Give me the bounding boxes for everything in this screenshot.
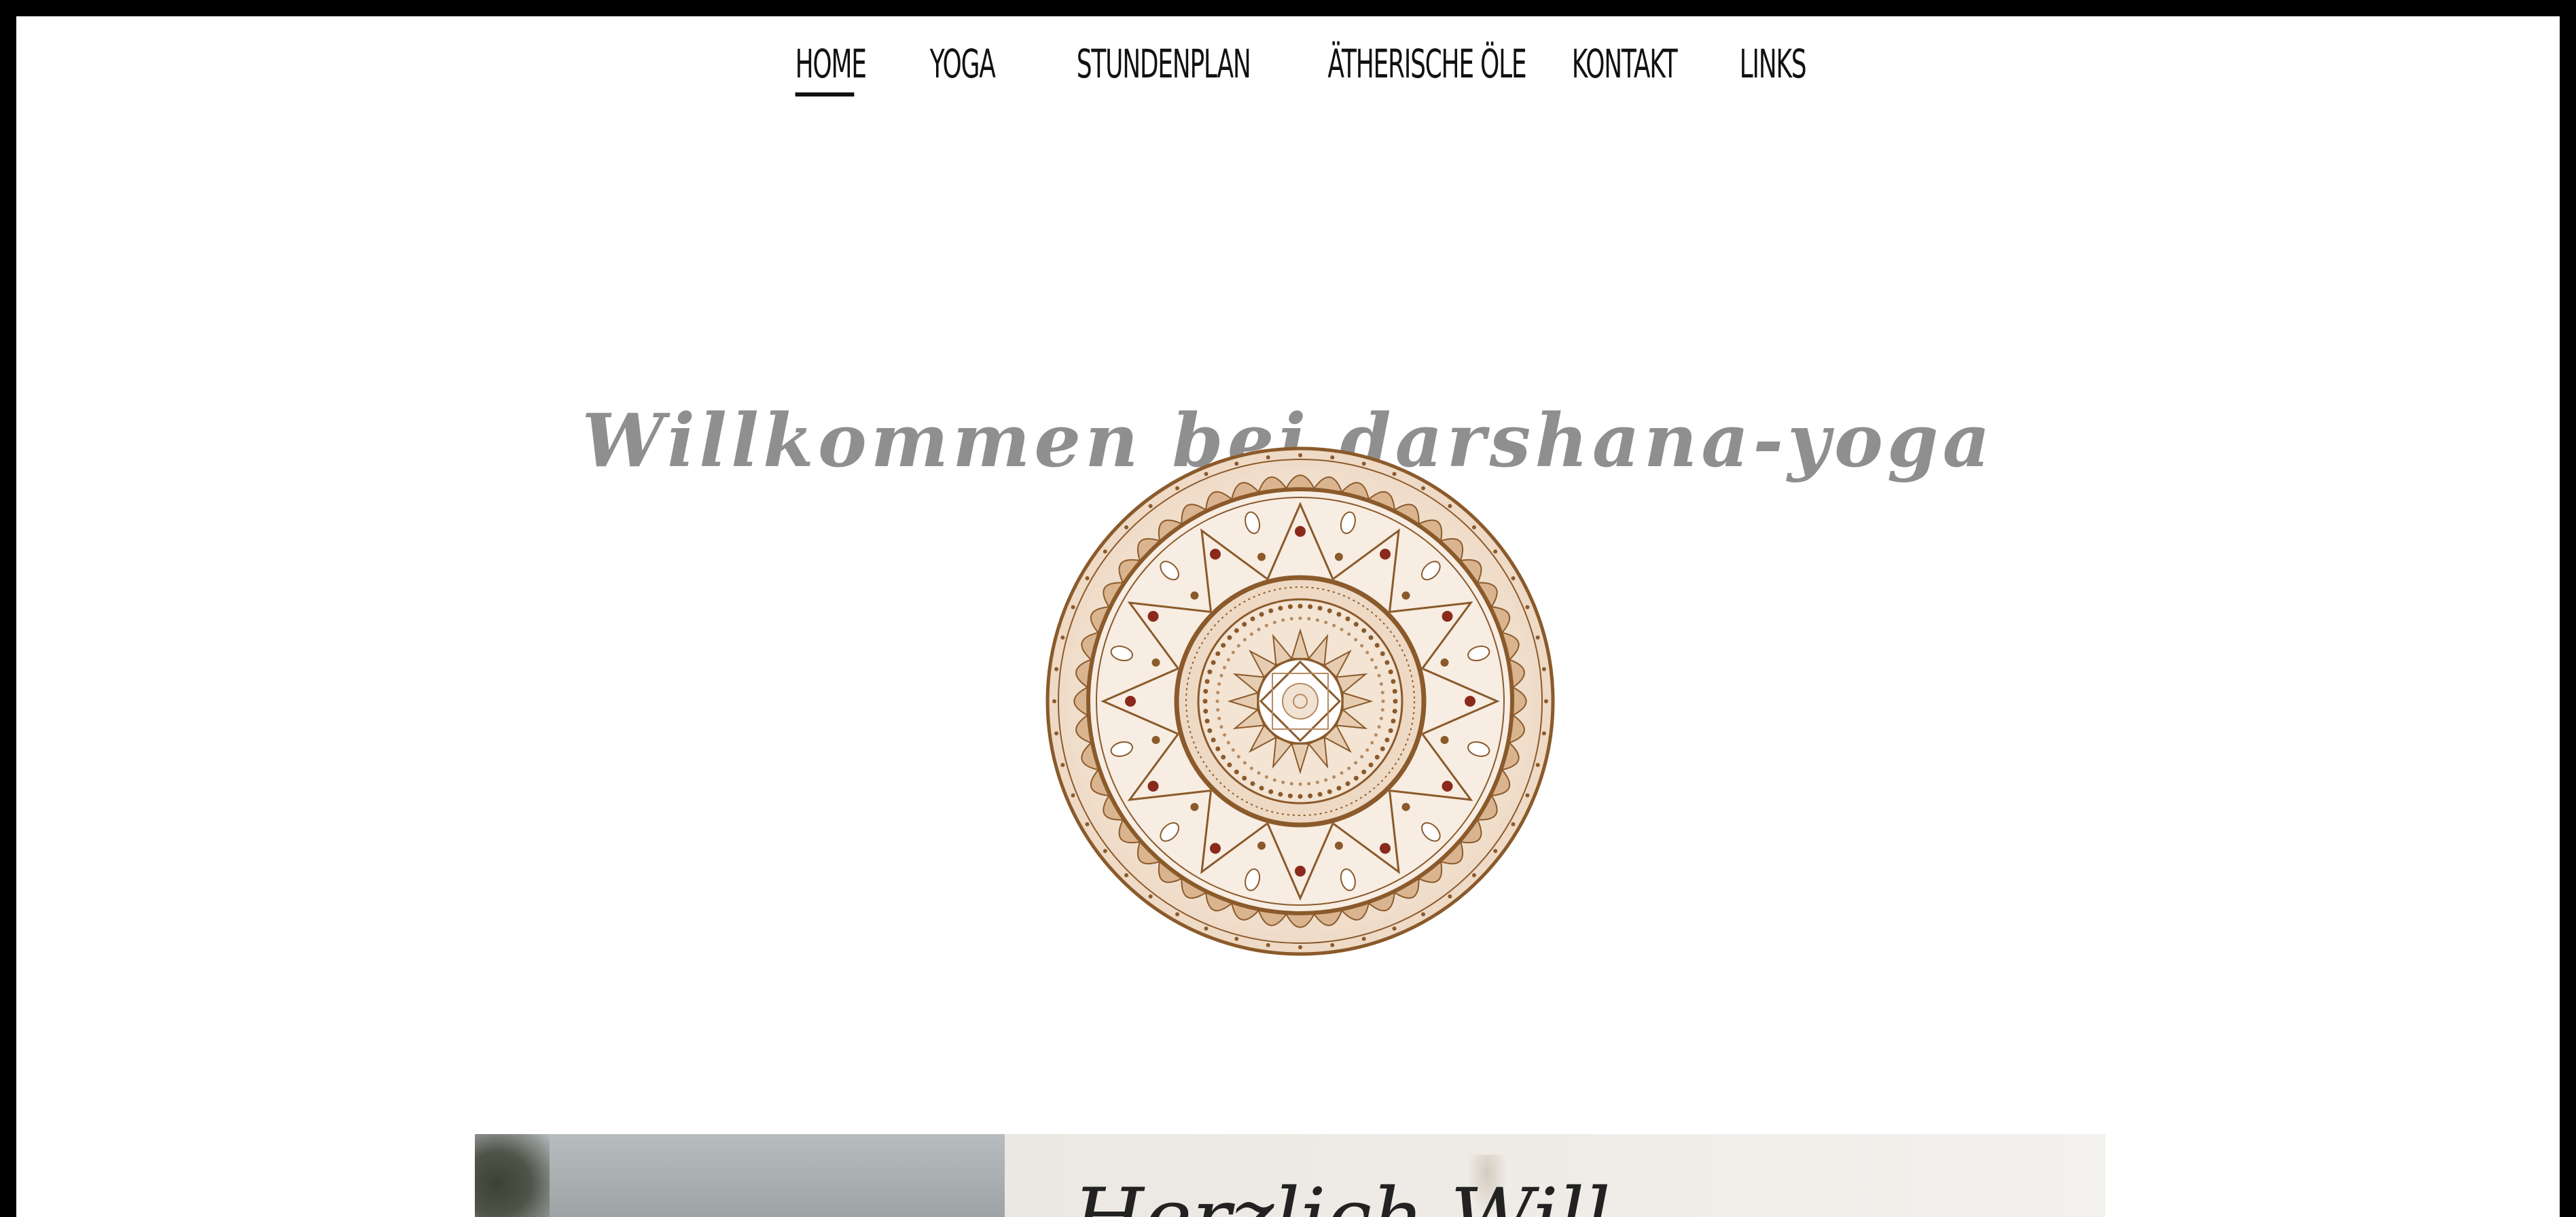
nav-item-aetherische-oele[interactable]: ÄTHERISCHE ÖLE — [1327, 41, 1526, 92]
page: HOME YOGA STUNDENPLAN ÄTHERISCHE ÖLE KON… — [16, 16, 2560, 1217]
mandala-logo — [1045, 446, 1555, 956]
intro-heading: Herzlich Will — [1073, 1171, 1611, 1217]
nav-item-home[interactable]: HOME — [795, 41, 867, 96]
nav-item-stundenplan[interactable]: STUNDENPLAN — [1077, 41, 1251, 92]
nav-item-kontakt[interactable]: KONTAKT — [1572, 41, 1678, 92]
intro-photo — [475, 1134, 1005, 1217]
intro-section: Herzlich Will — [475, 1134, 2105, 1217]
main-navigation: HOME YOGA STUNDENPLAN ÄTHERISCHE ÖLE KON… — [16, 16, 2560, 132]
intro-text-panel: Herzlich Will — [1005, 1134, 2105, 1217]
nav-item-yoga[interactable]: YOGA — [930, 41, 996, 92]
tree-silhouette — [475, 1134, 550, 1217]
nav-item-links[interactable]: LINKS — [1740, 41, 1807, 92]
